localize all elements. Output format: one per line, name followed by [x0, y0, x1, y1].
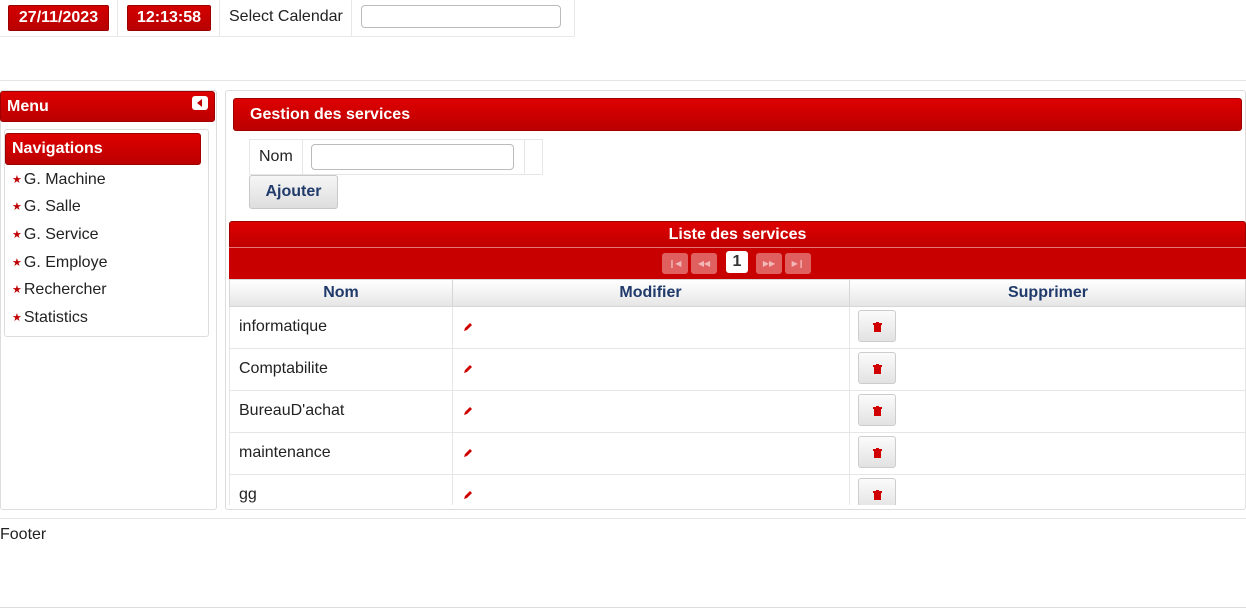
header-divider	[0, 80, 1246, 81]
pencil-icon[interactable]	[462, 321, 474, 333]
nav-item-rechercher[interactable]: ★ Rechercher	[12, 281, 107, 299]
time-badge: 12:13:58	[127, 5, 211, 31]
delete-button[interactable]	[858, 352, 896, 384]
nav-item-employe[interactable]: ★ G. Employe	[12, 254, 107, 272]
date-badge: 27/11/2023	[8, 5, 109, 31]
table-row: Comptabilite	[230, 349, 1245, 391]
menu-title: Menu	[7, 98, 49, 115]
star-icon: ★	[12, 201, 22, 213]
pencil-icon[interactable]	[462, 447, 474, 459]
column-header-nom[interactable]: Nom	[230, 280, 453, 306]
nav-item-label: Rechercher	[23, 281, 107, 298]
nav-item-label: G. Employe	[23, 254, 108, 271]
delete-button[interactable]	[858, 310, 896, 342]
service-name: BureauD'achat	[239, 402, 345, 419]
footer-text: Footer	[0, 526, 47, 543]
trash-icon	[873, 322, 882, 332]
star-icon: ★	[12, 174, 22, 186]
trash-icon	[873, 490, 882, 500]
page-current[interactable]: 1	[726, 251, 748, 273]
table-row: informatique	[230, 307, 1245, 349]
delete-button[interactable]	[858, 478, 896, 505]
star-icon: ★	[12, 229, 22, 241]
nav-item-salle[interactable]: ★ G. Salle	[12, 198, 81, 216]
form-divider	[524, 140, 525, 174]
prev-page-icon[interactable]: ◀◀	[691, 253, 717, 274]
table-body: informatique Comptabilite BureauD'achat …	[229, 307, 1246, 505]
menu-header: Menu	[0, 91, 215, 122]
nav-item-service[interactable]: ★ G. Service	[12, 226, 99, 244]
nav-item-label: G. Salle	[23, 198, 81, 215]
collapse-menu-icon[interactable]	[192, 96, 208, 110]
form-divider	[302, 140, 303, 174]
trash-icon	[873, 448, 882, 458]
last-page-icon[interactable]: ▶❙	[785, 253, 811, 274]
table-header: Nom Modifier Supprimer	[229, 279, 1246, 307]
pencil-icon[interactable]	[462, 405, 474, 417]
table-row: maintenance	[230, 433, 1245, 475]
nav-item-statistics[interactable]: ★ Statistics	[12, 309, 88, 327]
bottom-divider	[0, 607, 1246, 608]
trash-icon	[873, 406, 882, 416]
nom-label: Nom	[259, 148, 293, 165]
column-header-modifier: Modifier	[452, 280, 850, 306]
paginator: ❙◀ ◀◀ 1 ▶▶ ▶❙	[229, 247, 1246, 279]
first-page-icon[interactable]: ❙◀	[662, 253, 688, 274]
star-icon: ★	[12, 312, 22, 324]
service-name: maintenance	[239, 444, 331, 461]
gestion-header: Gestion des services	[233, 98, 1242, 131]
pencil-icon[interactable]	[462, 489, 474, 501]
nav-item-machine[interactable]: ★ G. Machine	[12, 171, 106, 189]
nav-item-label: G. Service	[23, 226, 99, 243]
liste-header: Liste des services	[229, 221, 1246, 247]
ajouter-button[interactable]: Ajouter	[249, 175, 338, 209]
table-row: BureauD'achat	[230, 391, 1245, 433]
service-name: informatique	[239, 318, 328, 335]
footer-divider	[0, 518, 1246, 519]
next-page-icon[interactable]: ▶▶	[756, 253, 782, 274]
select-calendar-label: Select Calendar	[229, 8, 343, 25]
delete-button[interactable]	[858, 394, 896, 426]
nom-input[interactable]	[311, 144, 514, 170]
pencil-icon[interactable]	[462, 363, 474, 375]
nav-item-label: Statistics	[23, 309, 88, 326]
table-row: gg	[230, 475, 1245, 505]
service-name: Comptabilite	[239, 360, 328, 377]
trash-icon	[873, 364, 882, 374]
nav-item-label: G. Machine	[23, 171, 106, 188]
column-header-supprimer: Supprimer	[1007, 284, 1088, 301]
star-icon: ★	[12, 284, 22, 296]
calendar-input[interactable]	[361, 5, 561, 28]
star-icon: ★	[12, 257, 22, 269]
navigation-header[interactable]: Navigations	[5, 133, 201, 165]
delete-button[interactable]	[858, 436, 896, 468]
service-name: gg	[239, 486, 257, 503]
